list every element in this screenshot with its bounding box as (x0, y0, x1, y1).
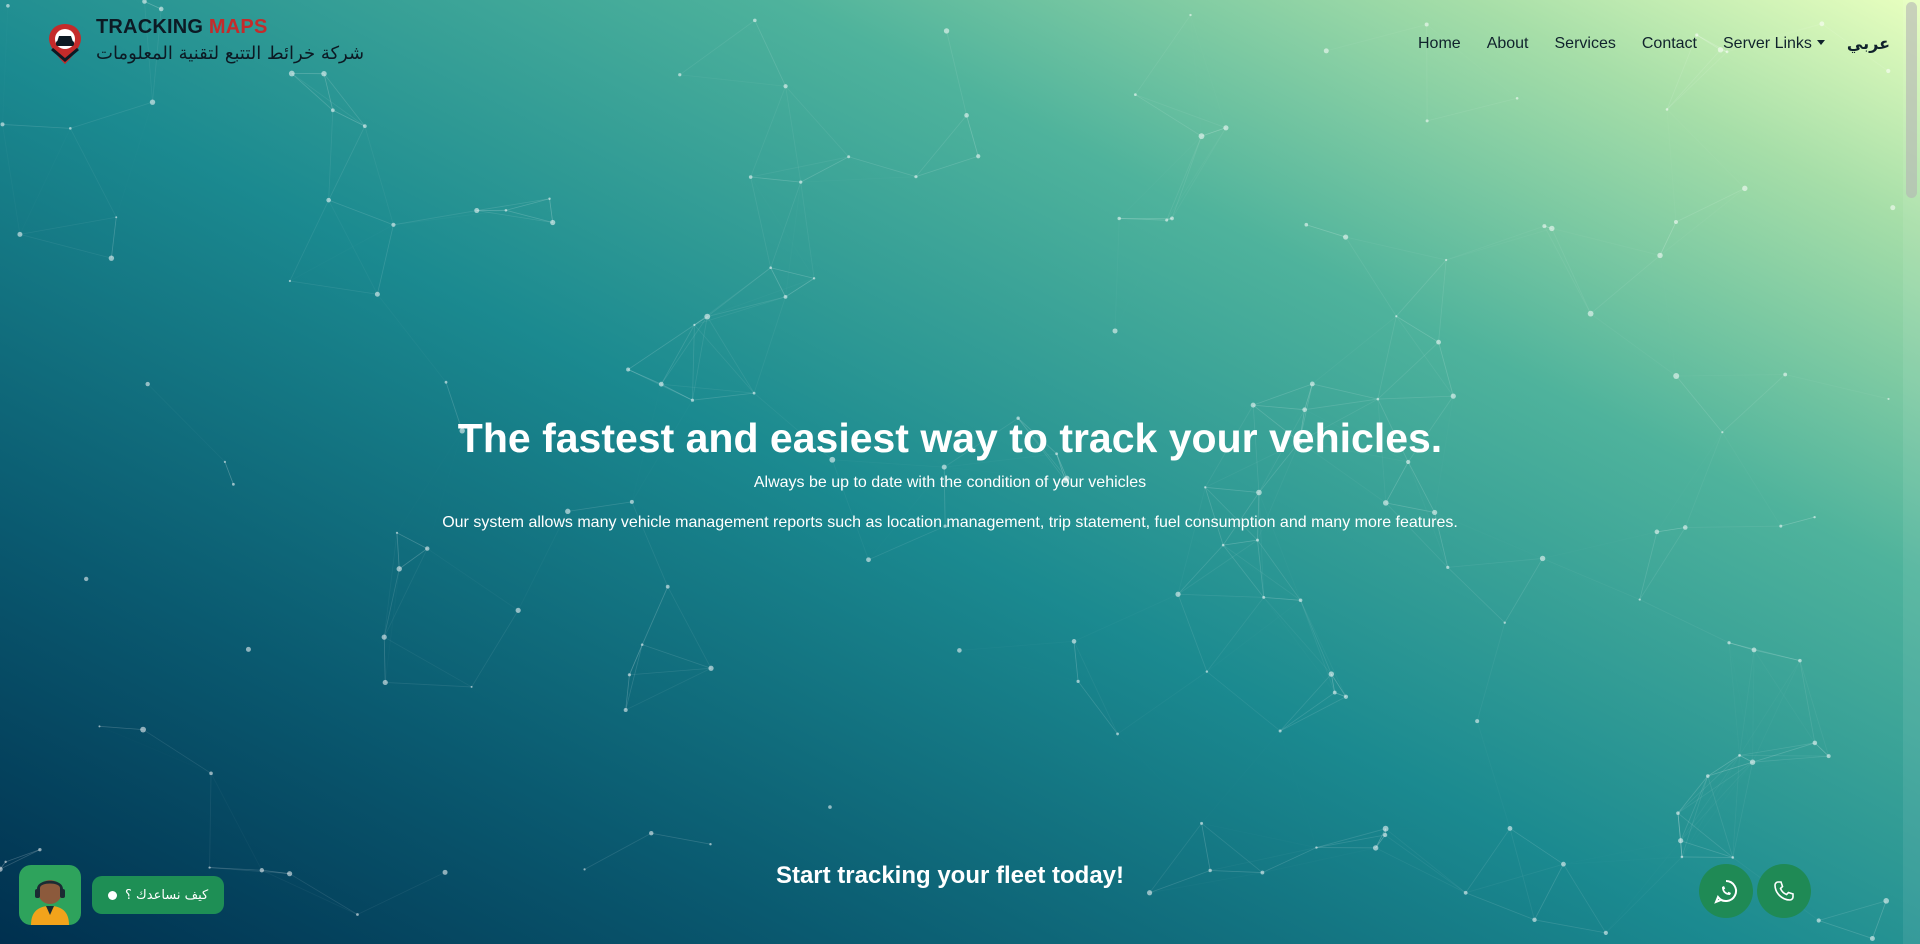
hero-description: Our system allows many vehicle managemen… (442, 514, 1458, 531)
location-pin-car-icon (49, 24, 81, 64)
nav-home[interactable]: Home (1418, 35, 1461, 53)
chat-prompt-button[interactable]: كيف نساعدك ؟ (92, 876, 225, 914)
brand-title: TRACKING MAPS (96, 16, 364, 39)
hero-subtitle: Always be up to date with the condition … (753, 474, 1147, 491)
nav-about[interactable]: About (1487, 35, 1529, 53)
brand-title-accent: MAPS (208, 16, 268, 38)
whatsapp-icon (1714, 880, 1737, 904)
brand[interactable]: TRACKING MAPS شركة خرائط التتبع لتقنية ا… (46, 16, 364, 66)
brand-subtitle: شركة خرائط التتبع لتقنية المعلومات (96, 43, 365, 64)
support-agent-avatar[interactable] (19, 865, 81, 925)
phone-button[interactable] (1757, 864, 1811, 918)
nav-language-toggle[interactable]: عربي (1847, 34, 1890, 53)
main-nav: Home About Services Contact Server Links… (1392, 34, 1890, 53)
nav-server-links-dropdown[interactable]: Server Links (1723, 35, 1825, 53)
hero-title: The fastest and easiest way to track you… (457, 415, 1443, 461)
nav-services[interactable]: Services (1555, 35, 1616, 53)
online-dot-icon (108, 890, 117, 900)
brand-title-main: TRACKING (96, 16, 204, 38)
cta-heading: Start tracking your fleet today! (775, 862, 1125, 889)
phone-icon (1774, 881, 1794, 901)
whatsapp-button[interactable] (1699, 864, 1753, 918)
scrollbar-thumb[interactable] (1906, 2, 1917, 198)
nav-contact[interactable]: Contact (1642, 35, 1697, 53)
page-scrollbar[interactable] (1903, 0, 1920, 944)
chat-prompt-label: كيف نساعدك ؟ (125, 887, 209, 903)
support-agent-icon (31, 880, 69, 925)
network-background (0, 0, 1896, 941)
